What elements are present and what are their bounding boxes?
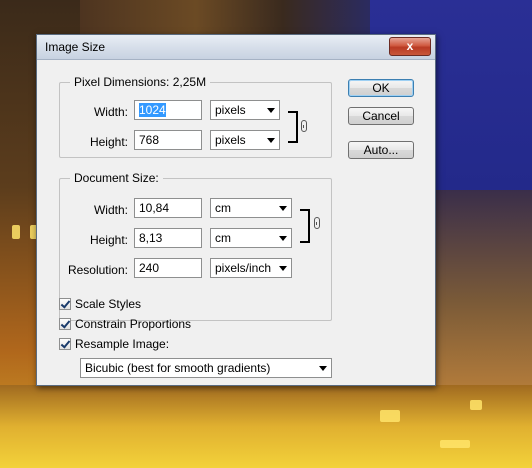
- doc-height-input[interactable]: 8,13: [134, 228, 202, 248]
- doc-height-value: 8,13: [139, 231, 163, 245]
- doc-width-unit: cm: [215, 201, 231, 215]
- chevron-down-icon: [279, 266, 287, 271]
- scale-styles-label: Scale Styles: [75, 297, 142, 311]
- window-light: [470, 400, 482, 410]
- window-light: [440, 440, 470, 448]
- resample-method-select[interactable]: Bicubic (best for smooth gradients): [80, 358, 332, 378]
- doc-width-input[interactable]: 10,84: [134, 198, 202, 218]
- pixel-dimensions-title: Pixel Dimensions: 2,25M: [70, 75, 211, 89]
- dialog-body: Pixel Dimensions: 2,25M Width: 1024 pixe…: [38, 60, 434, 384]
- window-light: [12, 225, 20, 239]
- doc-height-unit-select[interactable]: cm: [210, 228, 292, 248]
- chevron-down-icon: [267, 138, 275, 143]
- image-size-dialog: Image Size x Pixel Dimensions: 2,25M Wid…: [36, 34, 436, 386]
- pixel-width-label: Width:: [93, 105, 128, 119]
- window-light: [380, 410, 400, 422]
- resolution-unit-select[interactable]: pixels/inch: [210, 258, 292, 278]
- doc-height-unit: cm: [215, 231, 231, 245]
- chevron-down-icon: [279, 206, 287, 211]
- pixel-width-unit: pixels: [215, 103, 246, 117]
- pixel-dimensions-size: 2,25M: [172, 75, 207, 89]
- pixel-height-label: Height:: [89, 135, 128, 149]
- doc-width-label: Width:: [93, 203, 128, 217]
- chevron-down-icon: [279, 236, 287, 241]
- ok-button[interactable]: OK: [348, 79, 414, 97]
- title-bar[interactable]: Image Size x: [37, 35, 435, 60]
- checkmark-icon: [59, 338, 71, 350]
- close-icon: x: [406, 39, 414, 53]
- resolution-input[interactable]: 240: [134, 258, 202, 278]
- building-roofline: [80, 0, 370, 34]
- pixel-width-value: 1024: [139, 103, 166, 117]
- checkmark-icon: [59, 298, 71, 310]
- checkmark-icon: [59, 318, 71, 330]
- constrain-bracket: [288, 111, 298, 143]
- chain-link-icon: [314, 217, 320, 229]
- dialog-title: Image Size: [45, 40, 106, 54]
- constrain-proportions-label: Constrain Proportions: [75, 317, 192, 331]
- doc-height-label: Height:: [89, 233, 128, 247]
- resample-method-value: Bicubic (best for smooth gradients): [85, 361, 271, 375]
- doc-width-value: 10,84: [139, 201, 170, 215]
- resolution-label: Resolution:: [67, 263, 128, 277]
- chain-link-icon: [301, 120, 307, 132]
- chevron-down-icon: [267, 108, 275, 113]
- pixel-height-unit: pixels: [215, 133, 246, 147]
- resolution-value: 240: [139, 261, 160, 275]
- pixel-width-unit-select[interactable]: pixels: [210, 100, 280, 120]
- resample-image-label: Resample Image:: [75, 337, 170, 351]
- auto-button[interactable]: Auto...: [348, 141, 414, 159]
- pixel-height-unit-select[interactable]: pixels: [210, 130, 280, 150]
- pixel-height-value: 768: [139, 133, 160, 147]
- pixel-dimensions-label: Pixel Dimensions:: [74, 75, 170, 89]
- lit-street: [0, 385, 532, 468]
- pixel-width-input[interactable]: 1024: [134, 100, 202, 120]
- pixel-height-input[interactable]: 768: [134, 130, 202, 150]
- close-button[interactable]: x: [389, 37, 431, 56]
- resolution-unit: pixels/inch: [215, 261, 272, 275]
- doc-width-unit-select[interactable]: cm: [210, 198, 292, 218]
- chevron-down-icon: [319, 366, 327, 371]
- cancel-button[interactable]: Cancel: [348, 107, 414, 125]
- constrain-bracket: [300, 209, 310, 243]
- document-size-title: Document Size:: [70, 171, 163, 185]
